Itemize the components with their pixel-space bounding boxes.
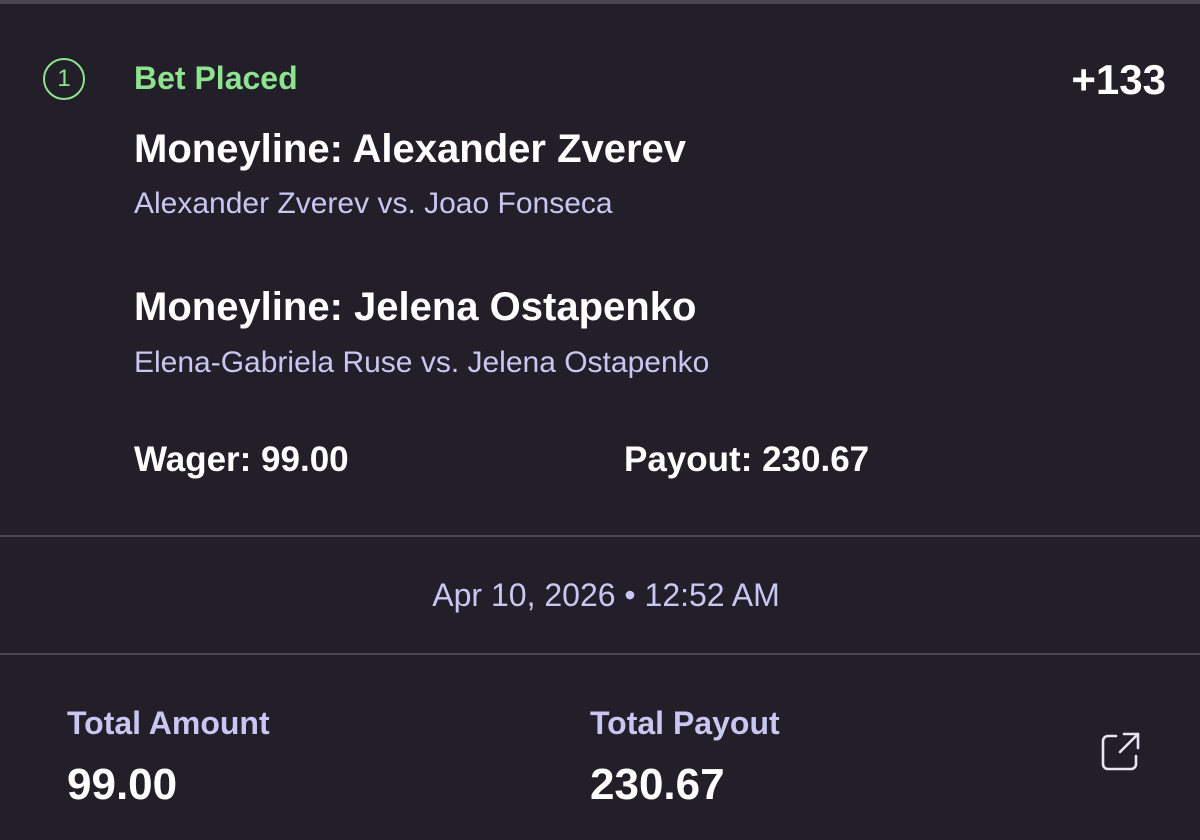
share-icon[interactable] (1100, 730, 1142, 772)
total-amount-value: 99.00 (67, 760, 178, 809)
leg-match: Elena-Gabriela Ruse vs. Jelena Ostapenko (134, 346, 710, 379)
top-divider (0, 0, 1200, 4)
divider (0, 535, 1200, 537)
bet-odds: +133 (1071, 56, 1166, 103)
total-amount-label: Total Amount (67, 705, 270, 741)
leg-title: Moneyline: Jelena Ostapenko (134, 285, 697, 329)
wager-amount: Wager: 99.00 (134, 440, 349, 479)
divider (0, 653, 1200, 655)
bet-status: Bet Placed (134, 60, 298, 96)
bet-receipt: 1 Bet Placed +133 Moneyline: Alexander Z… (0, 0, 1200, 840)
bet-timestamp: Apr 10, 2026 • 12:52 AM (432, 577, 780, 613)
total-payout-value: 230.67 (590, 760, 725, 809)
payout-amount: Payout: 230.67 (624, 440, 870, 479)
leg-match: Alexander Zverev vs. Joao Fonseca (134, 187, 613, 220)
leg-title: Moneyline: Alexander Zverev (134, 127, 687, 171)
leg-number-badge: 1 (43, 58, 85, 100)
total-payout-label: Total Payout (590, 705, 780, 741)
